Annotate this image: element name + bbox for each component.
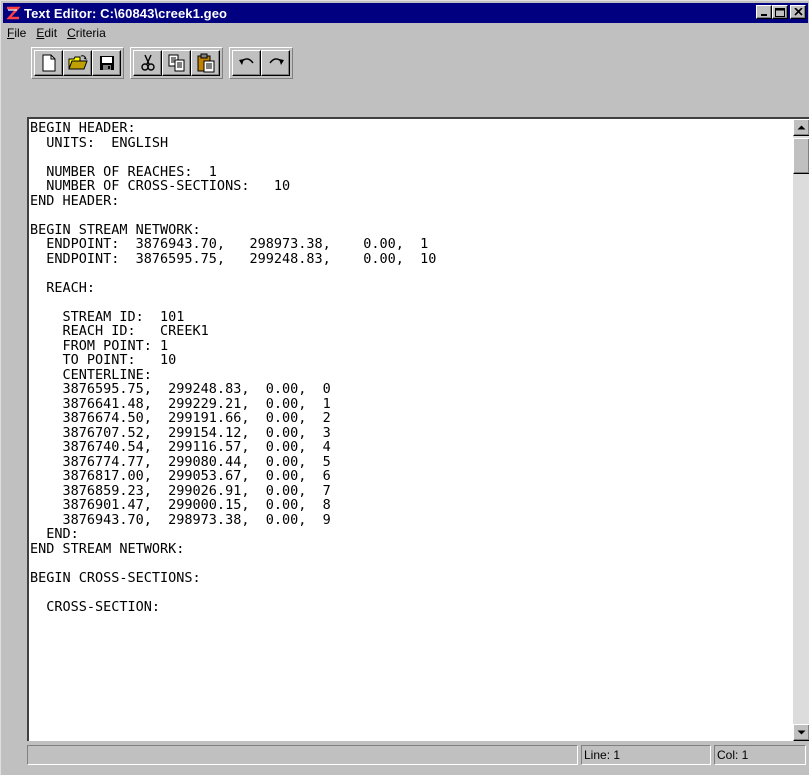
menu-criteria[interactable]: Criteria (63, 25, 112, 43)
undo-icon (238, 58, 254, 65)
maximize-icon (775, 7, 785, 17)
vertical-scrollbar[interactable] (793, 119, 809, 741)
file-button-group (31, 47, 124, 79)
copy-button[interactable] (162, 50, 191, 76)
menu-bar: File Edit Criteria (3, 25, 112, 43)
menu-criteria-label: riteria (75, 26, 106, 40)
redo-button[interactable] (261, 50, 290, 76)
editor-content[interactable]: BEGIN HEADER: UNITS: ENGLISH NUMBER OF R… (29, 119, 793, 741)
status-col: Col: 1 (714, 745, 806, 765)
maximize-button[interactable] (772, 5, 788, 19)
scroll-thumb[interactable] (793, 138, 809, 174)
minimize-icon (761, 14, 767, 16)
clipboard-button-group (130, 47, 223, 79)
menu-edit-label: dit (44, 26, 58, 40)
text-editor-window: Text Editor: C:\60843\creek1.geo File Ed… (0, 0, 809, 775)
scroll-down-button[interactable] (793, 724, 809, 741)
menu-criteria-mnemonic: C (67, 26, 76, 40)
save-button[interactable] (92, 50, 121, 76)
open-button[interactable] (63, 50, 92, 76)
paste-icon (197, 53, 214, 73)
close-icon (793, 8, 803, 16)
menu-edit[interactable]: Edit (32, 25, 63, 43)
new-button[interactable] (34, 50, 63, 76)
status-line: Line: 1 (581, 745, 711, 765)
status-bar: Line: 1 Col: 1 (27, 745, 809, 767)
app-logo-icon (6, 6, 21, 20)
text-editor-area[interactable]: BEGIN HEADER: UNITS: ENGLISH NUMBER OF R… (27, 117, 809, 741)
close-button[interactable] (790, 5, 806, 19)
save-icon (99, 56, 114, 70)
copy-icon (168, 54, 184, 72)
paste-button[interactable] (191, 50, 220, 76)
minimize-button[interactable] (756, 5, 772, 19)
status-message (27, 745, 578, 765)
title-bar[interactable]: Text Editor: C:\60843\creek1.geo (3, 3, 808, 23)
scroll-up-icon (797, 125, 806, 130)
cut-button[interactable] (133, 50, 162, 76)
scroll-up-button[interactable] (793, 119, 809, 136)
toolbar (31, 47, 299, 79)
cut-icon (140, 54, 155, 71)
menu-file[interactable]: File (3, 25, 32, 43)
history-button-group (229, 47, 293, 79)
title-buttons (756, 5, 806, 19)
open-folder-icon (67, 55, 88, 70)
scroll-down-icon (797, 730, 806, 735)
new-file-icon (42, 54, 55, 72)
undo-button[interactable] (232, 50, 261, 76)
redo-icon (268, 58, 284, 65)
menu-file-label: ile (14, 26, 27, 40)
window-title: Text Editor: C:\60843\creek1.geo (24, 5, 228, 21)
